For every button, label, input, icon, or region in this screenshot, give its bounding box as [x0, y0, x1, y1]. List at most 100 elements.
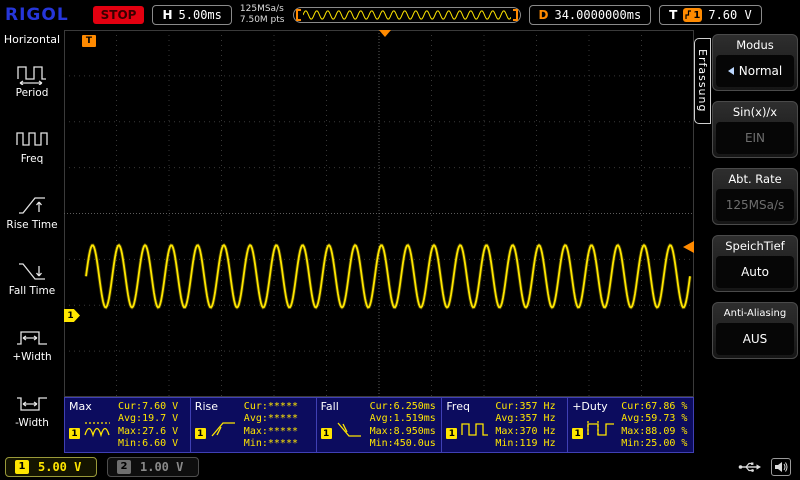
- trigger-status-box[interactable]: T 1 7.60 V: [659, 5, 762, 25]
- waveform-display: T 1: [64, 30, 694, 397]
- menu-item-title: Abt. Rate: [716, 172, 794, 189]
- rising-edge-icon: [685, 10, 692, 20]
- sidebar-item-label: Period: [16, 88, 49, 99]
- measure-max: Max:370 Hz: [495, 426, 564, 438]
- menu-item-anti-aliasing[interactable]: Anti-Aliasing AUS: [712, 302, 798, 359]
- selected-arrow-icon: [728, 67, 734, 75]
- rise-time-icon: [15, 193, 49, 217]
- menu-item-title: Anti-Aliasing: [716, 306, 794, 323]
- measure-min: Min:450.0us: [370, 438, 439, 450]
- menu-value-text: AUS: [743, 332, 768, 346]
- h-label: H: [162, 8, 172, 22]
- measurement-name: Fall: [321, 401, 368, 413]
- sidebar-item-freq[interactable]: Freq: [0, 113, 64, 179]
- preview-left-bracket-icon: [296, 9, 301, 21]
- measure-avg: Avg:19.7 V: [118, 413, 187, 425]
- period-icon: [15, 61, 49, 85]
- menu-tab-acquisition[interactable]: Erfassung: [694, 38, 711, 124]
- channel-badge: 1: [446, 428, 457, 439]
- measure-min: Min:*****: [244, 438, 313, 450]
- measurement-panel-duty[interactable]: +Duty 1 Cur:67.86 % Avg:59.73 % Max:88.0…: [568, 398, 693, 452]
- measurement-name: Max: [69, 401, 116, 413]
- measurement-panel-max[interactable]: Max 1 Cur:7.60 V Avg:19.7 V Max:27.6 V M…: [65, 398, 191, 452]
- menu-item-value: Normal: [716, 55, 794, 87]
- measure-min: Min:119 Hz: [495, 438, 564, 450]
- softkey-menu: Erfassung Modus Normal Sin(x)/x EIN Abt.…: [694, 30, 800, 453]
- measurement-panel-freq[interactable]: Freq 1 Cur:357 Hz Avg:357 Hz Max:370 Hz …: [442, 398, 568, 452]
- menu-item-sample-rate[interactable]: Abt. Rate 125MSa/s: [712, 168, 798, 225]
- measurement-name: Rise: [195, 401, 242, 413]
- speaker-icon: [774, 461, 788, 473]
- sidebar-item-fall-time[interactable]: Fall Time: [0, 245, 64, 311]
- fall-measure-icon: [335, 419, 365, 439]
- measurement-sidebar: Horizontal Period Freq Rise Time: [0, 30, 64, 453]
- channel1-badge: 1: [15, 460, 29, 474]
- rigol-logo: RIGOL: [5, 5, 69, 25]
- sidebar-item-label: -Width: [15, 418, 49, 429]
- freq-icon: [15, 127, 49, 151]
- sidebar-item-label: +Width: [12, 352, 51, 363]
- measure-avg: Avg:1.519ms: [370, 413, 439, 425]
- trigger-source-badge: 1: [683, 8, 702, 22]
- measure-min: Min:6.60 V: [118, 438, 187, 450]
- trigger-delay-box[interactable]: D 34.0000000ms: [529, 5, 652, 25]
- channel2-scale: 1.00 V: [140, 460, 183, 474]
- trigger-offscreen-marker[interactable]: T: [82, 35, 96, 47]
- top-status-bar: RIGOL STOP H 5.00ms 125MSa/s 7.50M pts D…: [0, 0, 800, 30]
- trigger-source-number: 1: [693, 10, 700, 21]
- measure-cur: Cur:6.250ms: [370, 401, 439, 413]
- menu-value-text: Normal: [739, 64, 782, 78]
- sidebar-item-rise-time[interactable]: Rise Time: [0, 179, 64, 245]
- run-stop-status[interactable]: STOP: [93, 6, 145, 24]
- measure-cur: Cur:7.60 V: [118, 401, 187, 413]
- sidebar-item-period[interactable]: Period: [0, 47, 64, 113]
- sidebar-item-label: Fall Time: [9, 286, 55, 297]
- measure-min: Min:25.00 %: [621, 438, 690, 450]
- memory-depth: 7.50M pts: [240, 15, 285, 26]
- measurement-name: +Duty: [572, 401, 619, 413]
- sidebar-item-minus-width[interactable]: -Width: [0, 377, 64, 443]
- plus-width-icon: [15, 325, 49, 349]
- timebase-value: 5.00ms: [179, 8, 222, 22]
- menu-item-value: Auto: [716, 256, 794, 288]
- fall-time-icon: [15, 259, 49, 283]
- menu-value-text: 125MSa/s: [726, 198, 785, 212]
- channel1-status[interactable]: 1 5.00 V: [5, 457, 97, 477]
- channel-badge: 1: [572, 428, 583, 439]
- trigger-position-marker-icon[interactable]: [379, 30, 391, 37]
- trigger-level-marker-icon[interactable]: [683, 241, 694, 253]
- scope-grid-and-trace: [64, 30, 694, 397]
- menu-item-sinx[interactable]: Sin(x)/x EIN: [712, 101, 798, 158]
- delay-value: 34.0000000ms: [554, 8, 641, 22]
- measure-max: Max:*****: [244, 426, 313, 438]
- menu-item-modus[interactable]: Modus Normal: [712, 34, 798, 91]
- preview-waveform-icon: [303, 8, 511, 22]
- duty-measure-icon: [586, 419, 616, 439]
- measure-max: Max:88.09 %: [621, 426, 690, 438]
- horizontal-timebase-box[interactable]: H 5.00ms: [152, 5, 231, 25]
- sidebar-item-plus-width[interactable]: +Width: [0, 311, 64, 377]
- measure-avg: Avg:59.73 %: [621, 413, 690, 425]
- usb-icon: [738, 460, 762, 474]
- menu-item-value: AUS: [716, 323, 794, 355]
- system-icons: [738, 458, 795, 476]
- menu-item-title: Modus: [716, 38, 794, 55]
- sidebar-title: Horizontal: [0, 30, 64, 47]
- measure-cur: Cur:357 Hz: [495, 401, 564, 413]
- channel2-status[interactable]: 2 1.00 V: [107, 457, 199, 477]
- menu-item-title: Sin(x)/x: [716, 105, 794, 122]
- memory-waveform-preview[interactable]: [293, 7, 521, 23]
- channel-badge: 1: [69, 428, 80, 439]
- channel-badge: 1: [195, 428, 206, 439]
- measurement-results-bar: Max 1 Cur:7.60 V Avg:19.7 V Max:27.6 V M…: [64, 397, 694, 453]
- menu-value-text: EIN: [745, 131, 765, 145]
- trigger-label: T: [669, 8, 677, 22]
- channel1-scale: 5.00 V: [38, 460, 81, 474]
- measurement-panel-fall[interactable]: Fall 1 Cur:6.250ms Avg:1.519ms Max:8.950…: [317, 398, 443, 452]
- measurement-panel-rise[interactable]: Rise 1 Cur:***** Avg:***** Max:***** Min…: [191, 398, 317, 452]
- channel-badge: 1: [321, 428, 332, 439]
- menu-item-memory-depth[interactable]: SpeichTief Auto: [712, 235, 798, 292]
- sidebar-item-label: Freq: [21, 154, 44, 165]
- freq-measure-icon: [460, 419, 490, 439]
- measure-max: Max:27.6 V: [118, 426, 187, 438]
